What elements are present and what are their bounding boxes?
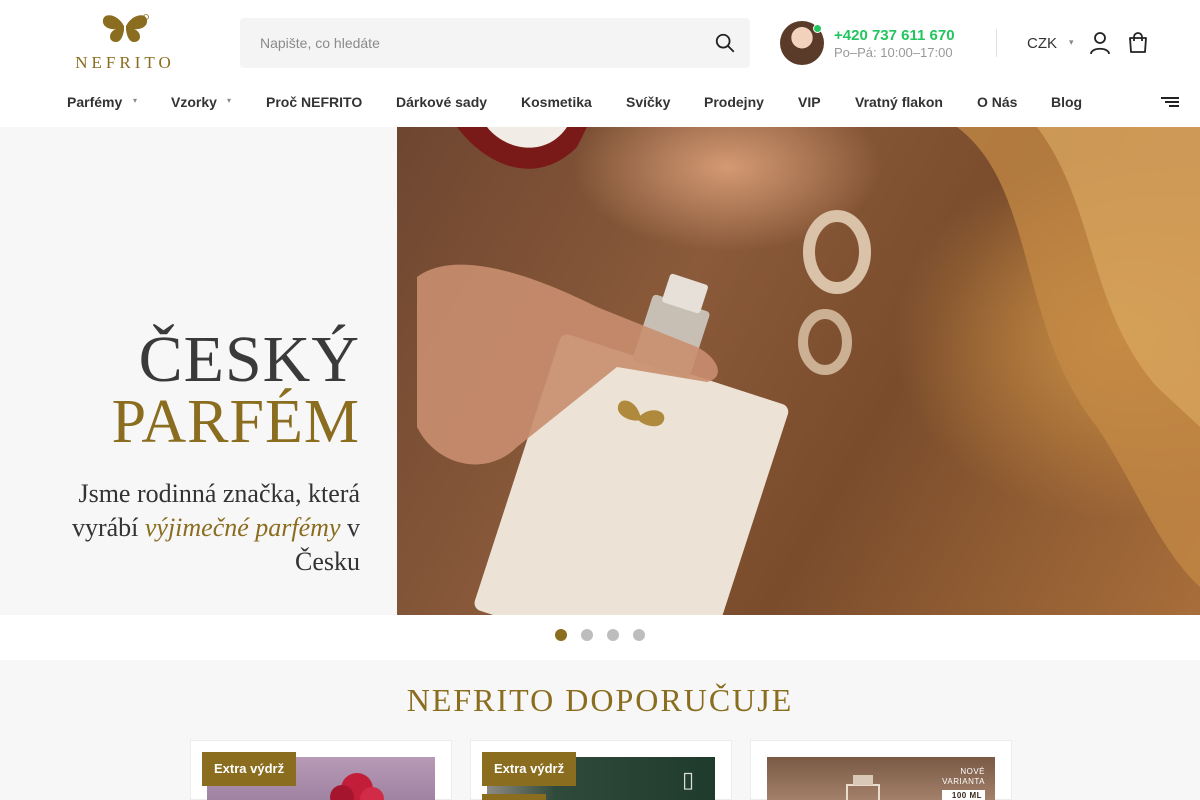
nav-item-kosmetika[interactable]: Kosmetika [521, 94, 592, 110]
online-status-dot [813, 24, 822, 33]
nav-item-o-nas[interactable]: O Nás [977, 94, 1017, 110]
section-title: NEFRITO DOPORUČUJE [406, 682, 794, 718]
logo-wordmark: NEFRITO [75, 53, 175, 72]
search-bar [240, 18, 750, 68]
contact-box[interactable]: +420 737 611 670 Po–Pá: 10:00–17:00 [780, 21, 980, 65]
secondary-badge [482, 794, 546, 800]
nav-item-vzorky[interactable]: Vzorky [171, 94, 217, 110]
carousel-dot-2[interactable] [581, 629, 593, 641]
product-card[interactable]: Extra výdrž [190, 740, 452, 800]
nav-item-prodejny[interactable]: Prodejny [704, 94, 764, 110]
site-header: NEFRITO +420 737 611 670 Po–Pá: 10:00–17… [0, 0, 1200, 86]
product-card[interactable]: NOVÉ VARIANTA 100 ML [750, 740, 1012, 800]
carousel-dot-4[interactable] [633, 629, 645, 641]
carousel-dot-1[interactable] [555, 629, 567, 641]
hero-banner[interactable]: ČESKÝ PARFÉM Jsme rodinná značka, která … [0, 127, 1200, 615]
cart-icon[interactable] [1126, 31, 1150, 55]
hero-subheadline: Jsme rodinná značka, která vyrábí výjime… [40, 477, 360, 579]
menu-icon[interactable] [1161, 96, 1179, 108]
chevron-down-icon[interactable]: ▾ [227, 96, 231, 105]
user-icon[interactable] [1089, 31, 1111, 55]
opening-hours: Po–Pá: 10:00–17:00 [834, 45, 953, 60]
carousel-dot-3[interactable] [607, 629, 619, 641]
phone-number[interactable]: +420 737 611 670 [834, 27, 955, 44]
hero-headline-accent: PARFÉM [111, 388, 360, 456]
product-image[interactable]: NOVÉ VARIANTA 100 ML [767, 757, 995, 800]
nav-item-vip[interactable]: VIP [798, 94, 821, 110]
new-variant-line1: NOVÉ [960, 767, 985, 776]
nav-item-vratny-flakon[interactable]: Vratný flakon [855, 94, 943, 110]
new-variant-line2: VARIANTA [942, 777, 985, 786]
nav-item-parfemy[interactable]: Parfémy [67, 94, 122, 110]
chevron-down-icon[interactable]: ▾ [1069, 37, 1074, 48]
hero-image [397, 127, 1200, 615]
badge-extra-vydrz: Extra výdrž [482, 752, 577, 786]
currency-selector[interactable]: CZK [1027, 35, 1057, 52]
new-variant-tag: NOVÉ VARIANTA 100 ML [942, 767, 985, 800]
nav-item-blog[interactable]: Blog [1051, 94, 1082, 110]
nav-item-svicky[interactable]: Svíčky [626, 94, 670, 110]
nav-item-proc-nefrito[interactable]: Proč NEFRITO [266, 94, 362, 110]
butterfly-logo-icon [102, 14, 149, 42]
brand-glyph-icon: ▯ [682, 767, 695, 792]
search-icon[interactable] [714, 32, 736, 54]
hero-photo-illustration [417, 127, 1200, 615]
main-nav: Parfémy ▾ Vzorky ▾ Proč NEFRITO Dárkové … [0, 86, 1200, 127]
recommend-section: NEFRITO DOPORUČUJE Extra výdrž ▯ Extra v… [0, 660, 1200, 800]
logo[interactable]: NEFRITO [58, 14, 192, 72]
header-divider [996, 29, 997, 57]
badge-extra-vydrz: Extra výdrž [202, 752, 297, 786]
search-input[interactable] [240, 18, 700, 68]
product-card[interactable]: ▯ Extra výdrž [470, 740, 732, 800]
hero-sub-emphasis: výjimečné parfémy [144, 513, 341, 542]
chevron-down-icon[interactable]: ▾ [133, 96, 137, 105]
nav-item-darkove-sady[interactable]: Dárkové sady [396, 94, 487, 110]
volume-label: 100 ML [942, 790, 985, 800]
